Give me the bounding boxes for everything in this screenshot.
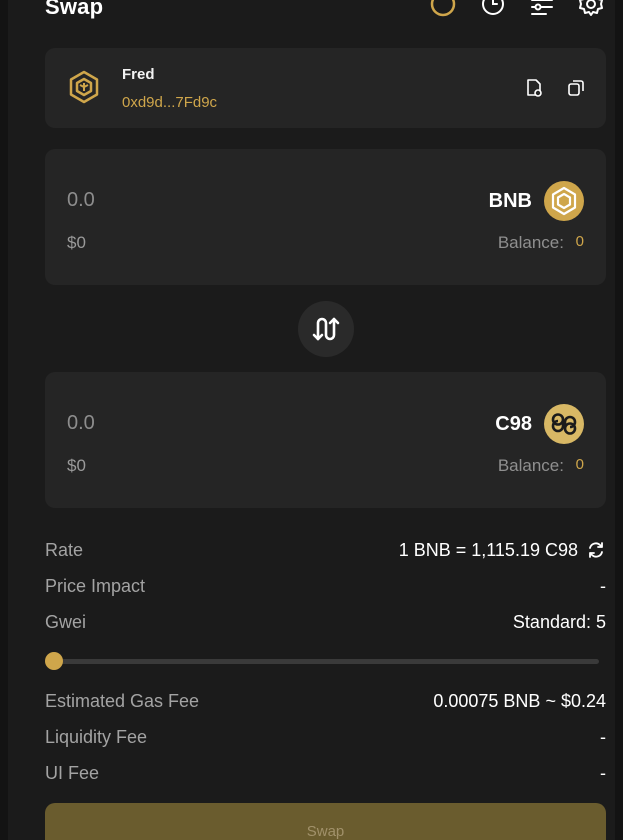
from-token-symbol[interactable]: BNB: [489, 190, 532, 213]
ui-fee-row: UI Fee -: [45, 763, 606, 787]
ui-fee-value: -: [600, 763, 606, 783]
rate-label: Rate: [45, 540, 84, 560]
liquidity-fee-row: Liquidity Fee -: [45, 727, 606, 751]
from-usd-value: $0: [67, 233, 86, 252]
filter-icon[interactable]: [528, 0, 556, 18]
to-token-box: 0.0 $0 C98 Balance: 0: [45, 372, 606, 508]
rate-row: Rate 1 BNB = 1,115.19 C98: [45, 540, 606, 564]
gear-icon[interactable]: [577, 0, 605, 18]
gwei-row: Gwei Standard: 5: [45, 612, 606, 636]
to-token-symbol[interactable]: C98: [495, 413, 532, 436]
liquidity-fee-value: -: [600, 727, 606, 747]
ui-fee-label: UI Fee: [45, 763, 100, 783]
to-amount-input[interactable]: 0.0: [67, 412, 95, 435]
wallet-name: Fred: [122, 66, 155, 83]
rate-value: 1 BNB = 1,115.19 C98: [398, 540, 578, 560]
loading-ring-icon: [429, 0, 457, 18]
price-impact-row: Price Impact -: [45, 576, 606, 600]
swap-arrows-icon: [312, 317, 340, 341]
swap-direction-button[interactable]: [298, 301, 354, 357]
swap-panel: Swap Fred 0xd9d...7Fd9c 0.0 $0 BNB Balan…: [8, 0, 615, 840]
from-balance-value: 0: [575, 233, 584, 250]
liquidity-fee-label: Liquidity Fee: [45, 727, 148, 747]
gwei-slider[interactable]: [45, 651, 599, 671]
price-impact-label: Price Impact: [45, 576, 146, 596]
history-icon[interactable]: [479, 0, 507, 18]
bnb-chain-icon: [67, 70, 101, 104]
bnb-icon[interactable]: [544, 181, 584, 221]
wallet-address: 0xd9d...7Fd9c: [122, 94, 218, 111]
from-amount-input[interactable]: 0.0: [67, 189, 95, 212]
refresh-rate-icon[interactable]: [586, 540, 606, 560]
wallet-card[interactable]: Fred 0xd9d...7Fd9c: [45, 48, 606, 128]
header: Swap: [45, 0, 606, 26]
gwei-value: Standard: 5: [512, 612, 606, 632]
to-usd-value: $0: [67, 456, 86, 475]
gas-fee-row: Estimated Gas Fee 0.00075 BNB ~ $0.24: [45, 691, 606, 715]
swap-button-label: Swap: [306, 823, 345, 840]
gwei-label: Gwei: [45, 612, 87, 632]
to-balance-label: Balance:: [497, 456, 564, 475]
to-balance-value: 0: [575, 456, 584, 473]
from-balance-label: Balance:: [497, 233, 564, 252]
gwei-slider-thumb[interactable]: [45, 652, 63, 670]
gas-fee-label: Estimated Gas Fee: [45, 691, 200, 711]
copy-file-icon[interactable]: [524, 78, 544, 98]
gas-fee-value: 0.00075 BNB ~ $0.24: [433, 691, 606, 711]
page-title: Swap: [45, 0, 104, 19]
price-impact-value: -: [600, 576, 606, 596]
gwei-slider-track[interactable]: [53, 659, 599, 664]
from-token-box: 0.0 $0 BNB Balance: 0: [45, 149, 606, 285]
c98-icon[interactable]: [544, 404, 584, 444]
swap-button[interactable]: Swap: [45, 803, 606, 840]
copy-icon[interactable]: [566, 78, 586, 98]
